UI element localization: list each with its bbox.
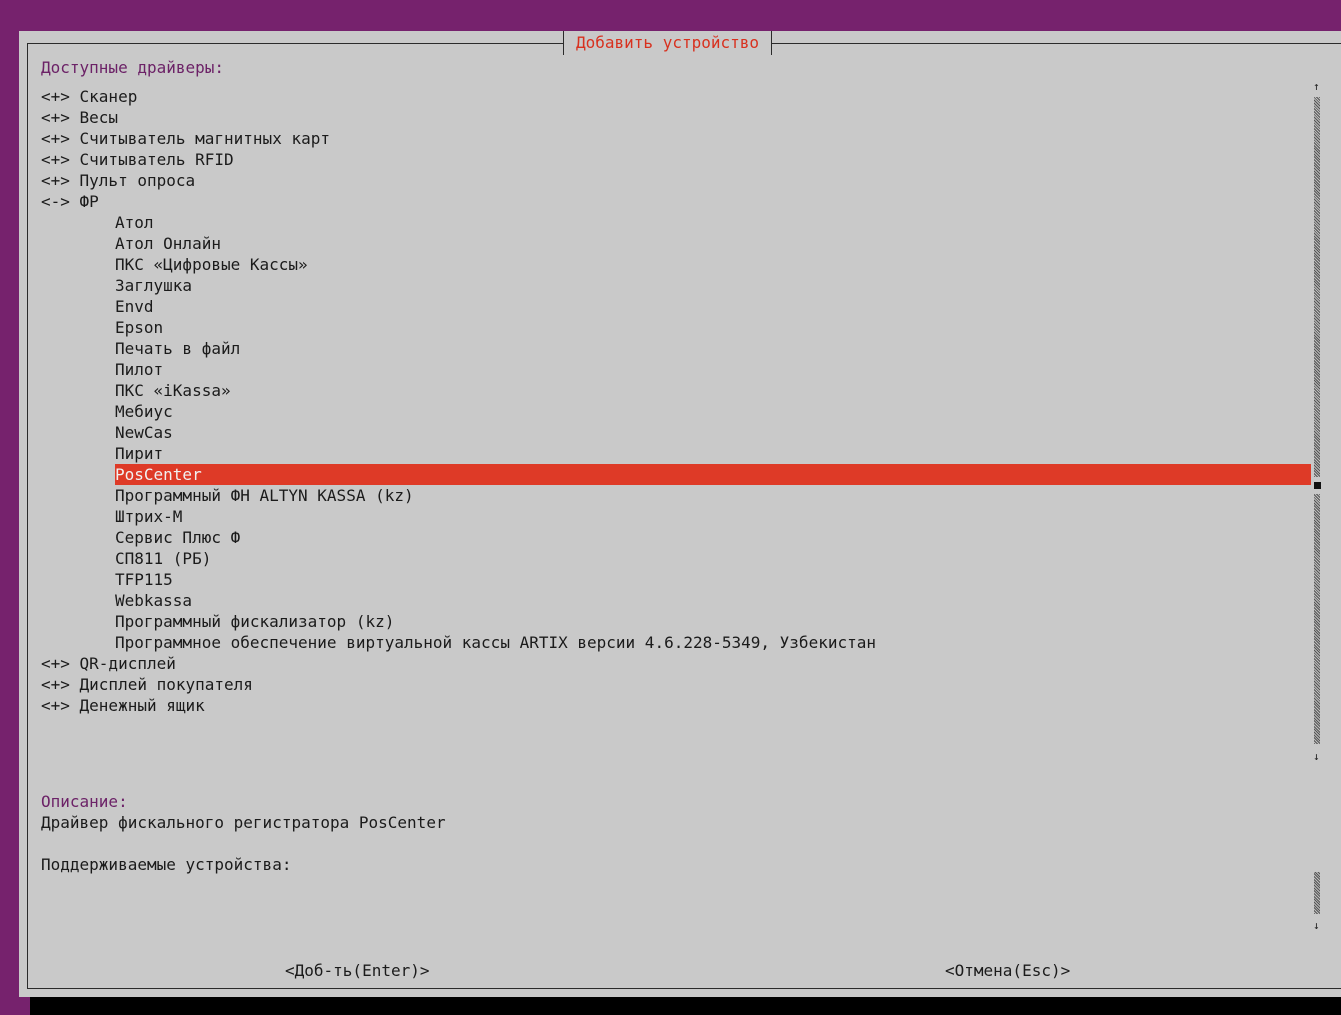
driver-item[interactable]: TFP115 [115,569,173,590]
driver-item[interactable]: Атол Онлайн [115,233,221,254]
dialog-shadow [30,997,1341,1015]
driver-item[interactable]: Программное обеспечение виртуальной касс… [115,632,876,653]
driver-item[interactable]: NewCas [115,422,173,443]
description-scroll-down-arrow[interactable]: ↓ [1313,920,1320,932]
driver-item[interactable]: СП811 (РБ) [115,548,211,569]
list-scrollbar-track-bottom[interactable] [1314,494,1320,744]
list-scroll-up-arrow[interactable]: ↑ [1313,81,1320,93]
driver-item[interactable]: Штрих-М [115,506,182,527]
driver-item[interactable]: Webkassa [115,590,192,611]
driver-item[interactable]: Атол [115,212,154,233]
driver-item[interactable]: Программный фискализатор (kz) [115,611,394,632]
driver-category[interactable]: <+> QR-дисплей [41,653,176,674]
list-scrollbar-track-top[interactable] [1314,97,1320,477]
driver-category[interactable]: <+> Пульт опроса [41,170,195,191]
list-scroll-down-arrow[interactable]: ↓ [1313,751,1320,763]
driver-item[interactable]: Сервис Плюс Ф [115,527,240,548]
driver-item[interactable]: Пилот [115,359,163,380]
driver-category[interactable]: <+> Сканер [41,86,137,107]
driver-item[interactable]: Программный ФН ALTYN KASSA (kz) [115,485,414,506]
driver-item[interactable]: Epson [115,317,163,338]
driver-item[interactable]: Печать в файл [115,338,240,359]
supported-devices-label: Поддерживаемые устройства: [41,855,292,874]
add-device-dialog: Добавить устройство Доступные драйверы: … [19,31,1341,997]
driver-category[interactable]: <-> ФР [41,191,99,212]
list-scrollbar-thumb[interactable] [1314,482,1321,489]
driver-category[interactable]: <+> Считыватель магнитных карт [41,128,330,149]
description-label: Описание: [41,792,128,811]
add-button[interactable]: <Доб-ть(Enter)> [285,960,430,981]
driver-item[interactable]: ПКС «iKassa» [115,380,231,401]
description-scrollbar[interactable] [1314,872,1320,914]
driver-item[interactable]: Пирит [115,443,163,464]
driver-category[interactable]: <+> Дисплей покупателя [41,674,253,695]
description-text: Драйвер фискального регистратора PosCent… [41,813,446,832]
driver-category[interactable]: <+> Весы [41,107,118,128]
driver-item[interactable]: ПКС «Цифровые Кассы» [115,254,308,275]
driver-item[interactable]: Заглушка [115,275,192,296]
driver-category[interactable]: <+> Считыватель RFID [41,149,234,170]
drivers-label: Доступные драйверы: [41,58,225,77]
driver-item[interactable]: Мебиус [115,401,173,422]
driver-category[interactable]: <+> Денежный ящик [41,695,205,716]
driver-item[interactable]: Envd [115,296,154,317]
cancel-button[interactable]: <Отмена(Esc)> [945,960,1070,981]
dialog-frame [27,43,1341,989]
dialog-title: Добавить устройство [563,31,773,55]
driver-item-selected[interactable]: PosCenter [115,464,1311,485]
